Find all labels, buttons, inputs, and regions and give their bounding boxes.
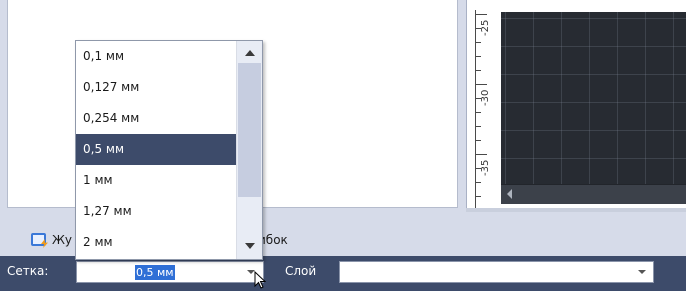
dropdown-option[interactable]: 0,254 мм <box>76 103 236 134</box>
ruler-label: -25 <box>480 19 491 36</box>
ruler-tick <box>475 70 481 71</box>
horizontal-scrollbar[interactable] <box>501 184 686 204</box>
tab-journal[interactable]: Жу <box>30 230 72 250</box>
ruler-label: -35 <box>480 159 491 176</box>
dropdown-scrollbar[interactable] <box>236 41 262 259</box>
dropdown-option[interactable]: 1 мм <box>76 165 236 196</box>
ruler-tick <box>475 112 481 113</box>
status-toolbar: Сетка: 0,5 мм Слой <box>0 256 686 291</box>
chevron-down-icon[interactable] <box>638 270 646 274</box>
app-window: -25 -30 -35 Жу ибок Сетка: 0,5 мм Слой 0… <box>0 0 686 291</box>
dropdown-items: 0,1 мм 0,127 мм 0,254 мм 0,5 мм 1 мм 1,2… <box>76 41 236 259</box>
ruler-tick <box>475 196 481 197</box>
layer-label: Слой <box>285 264 317 278</box>
grid-size-dropdown-list[interactable]: 0,1 мм 0,127 мм 0,254 мм 0,5 мм 1 мм 1,2… <box>75 40 263 260</box>
ruler-label: -30 <box>480 89 491 106</box>
ruler-tick <box>475 84 487 85</box>
dropdown-option[interactable]: 0,127 мм <box>76 72 236 103</box>
ruler-baseline <box>475 10 476 208</box>
ruler-tick <box>475 154 487 155</box>
scrollbar-thumb[interactable] <box>238 63 261 197</box>
mouse-cursor-icon <box>254 271 266 289</box>
grid-size-combobox[interactable]: 0,5 мм <box>76 261 264 283</box>
scroll-down-arrow-icon[interactable] <box>245 243 255 249</box>
scroll-up-arrow-icon[interactable] <box>245 50 255 56</box>
journal-icon <box>30 231 50 249</box>
drawing-canvas[interactable] <box>501 12 686 184</box>
dropdown-option-selected[interactable]: 0,5 мм <box>76 134 236 165</box>
scroll-left-arrow-icon[interactable] <box>507 189 512 199</box>
ruler-tick <box>475 140 481 141</box>
layer-combobox[interactable] <box>339 261 654 283</box>
ruler-tick <box>475 126 481 127</box>
grid-size-label: Сетка: <box>7 264 49 278</box>
dropdown-option[interactable]: 2 мм <box>76 227 236 258</box>
canvas-area[interactable]: -25 -30 -35 <box>466 0 686 208</box>
dropdown-option[interactable]: 1,27 мм <box>76 196 236 227</box>
dropdown-option[interactable]: 0,1 мм <box>76 41 236 72</box>
ruler-tick <box>475 42 481 43</box>
ruler-tick <box>475 182 481 183</box>
ruler-tick <box>475 56 481 57</box>
tab-journal-label: Жу <box>52 233 73 247</box>
vertical-ruler: -25 -30 -35 <box>469 10 499 208</box>
grid-size-value[interactable]: 0,5 мм <box>135 265 175 280</box>
ruler-tick <box>475 14 487 15</box>
